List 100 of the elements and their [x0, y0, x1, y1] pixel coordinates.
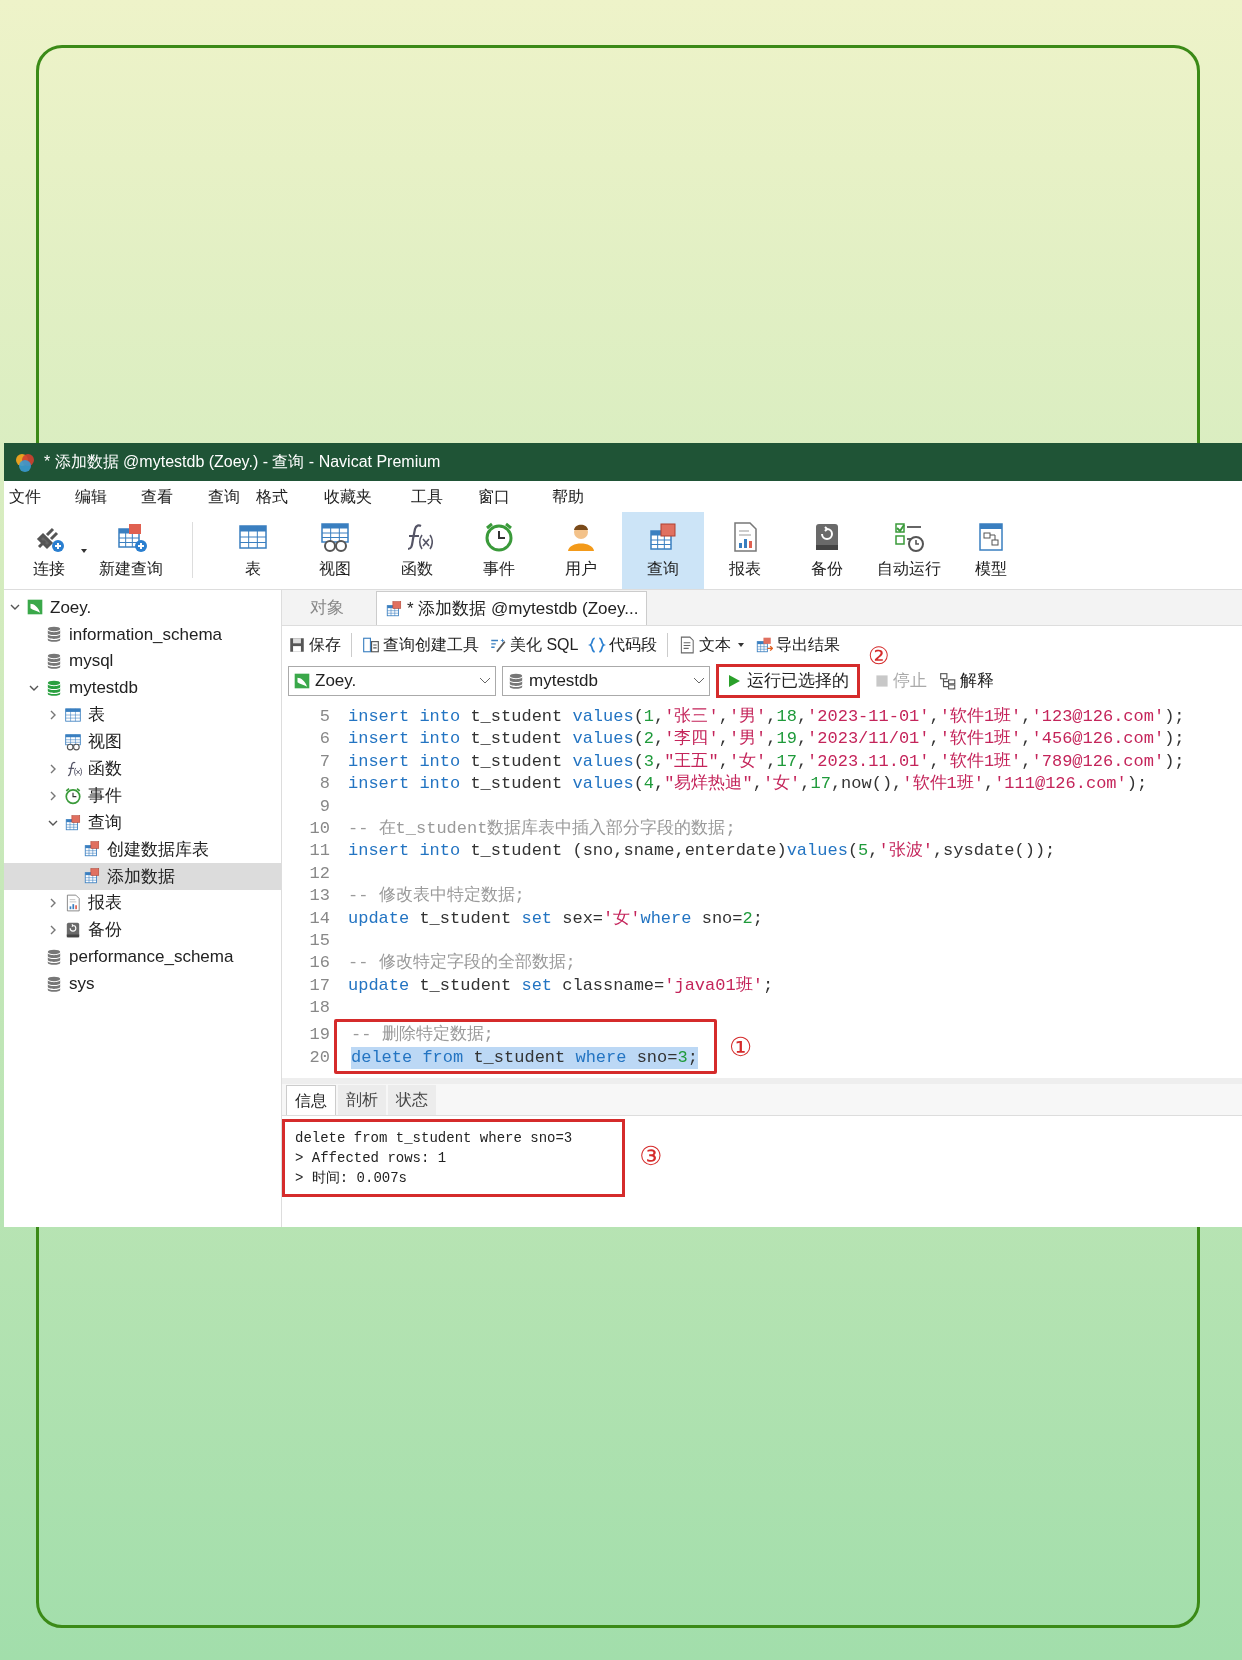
line-number: 11 — [308, 840, 330, 863]
caret-icon — [737, 642, 746, 648]
toolbar-button[interactable]: 模型 — [950, 512, 1032, 589]
toolbar-button[interactable]: 代码段 — [588, 633, 669, 657]
query-icon — [647, 520, 679, 553]
line-number: 5 — [318, 706, 330, 728]
line-number: 7 — [318, 750, 330, 773]
table-icon — [64, 706, 82, 724]
tree-item[interactable]: 视图 — [4, 728, 281, 756]
tree-item[interactable]: 查询 — [4, 809, 281, 836]
builder-icon — [362, 636, 380, 654]
database-icon — [45, 948, 63, 966]
line-number: 14 — [308, 907, 330, 930]
run-button[interactable]: 运行已选择的 — [716, 664, 860, 698]
toolbar-button[interactable]: 查询 — [622, 512, 704, 589]
code-line: update t_student set classname='java01班'; — [348, 974, 774, 997]
tree-item[interactable]: mysql — [4, 647, 281, 675]
code-line: insert into t_student values(3,"王五",'女',17,'2023.11.01','软件1班','789@126.com'); — [348, 750, 1185, 773]
code-line: -- 删除特定数据; — [351, 1024, 494, 1047]
result-line: > Affected rows: 1 — [295, 1149, 448, 1168]
database-icon — [45, 974, 63, 993]
menu-item[interactable]: 帮助 — [551, 484, 585, 509]
line-number: 13 — [308, 885, 330, 908]
tree-item[interactable]: 报表 — [4, 889, 281, 917]
menu-item[interactable]: 窗口 — [477, 484, 511, 509]
toolbar-button[interactable]: 备份 — [786, 512, 868, 589]
explain-button[interactable]: 解释 — [939, 668, 994, 694]
toolbar-button[interactable]: 查询创建工具 — [362, 633, 479, 657]
code-line: -- 修改特定字段的全部数据; — [348, 952, 576, 975]
tree-item[interactable]: performance_schema — [4, 943, 281, 971]
tree-item[interactable]: 备份 — [4, 916, 281, 944]
toolbar-button[interactable]: 保存 — [288, 633, 352, 657]
stop-icon — [874, 673, 890, 689]
toolbar-button[interactable]: 新建查询 — [90, 512, 172, 589]
toolbar-button[interactable]: 连接 — [8, 512, 90, 589]
code-line: insert into t_student (sno,sname,enterdate)values(5,'张波',sysdate()); — [348, 840, 1056, 863]
tree-item[interactable]: Zoey. — [4, 594, 281, 621]
line-number: 19 — [308, 1024, 330, 1047]
toolbar-button[interactable]: 函数 — [376, 512, 458, 589]
annotation-marker: ② — [868, 644, 890, 668]
toolbar-button[interactable]: 文本 — [678, 633, 746, 657]
window-title: * 添加数据 @mytestdb (Zoey.) - 查询 - Navicat Premium — [44, 452, 441, 472]
annotation-marker: ③ — [639, 1140, 663, 1173]
menu-item[interactable]: 格式 — [255, 484, 289, 509]
tab[interactable]: 状态 — [388, 1085, 436, 1115]
save-icon — [288, 636, 306, 654]
toolbar-button[interactable]: 表 — [212, 512, 294, 589]
connection-icon — [26, 598, 44, 617]
menu-item[interactable]: 编辑 — [74, 484, 108, 509]
menu-item[interactable]: 工具 — [410, 484, 444, 509]
checklist-clock-icon — [893, 520, 925, 553]
menu-item[interactable]: 收藏夹 — [323, 484, 373, 509]
database-icon — [45, 625, 63, 644]
tree-item[interactable]: 函数 — [4, 755, 281, 783]
database-icon — [45, 652, 63, 671]
tree-item[interactable]: 表 — [4, 701, 281, 729]
line-number: 18 — [308, 997, 330, 1020]
tab[interactable]: * 添加数据 @mytestdb (Zoey... — [376, 591, 648, 625]
query-icon — [64, 813, 82, 832]
toolbar-button[interactable]: 自动运行 — [868, 512, 950, 589]
menu-item[interactable]: 文件 — [8, 484, 42, 509]
tree-item[interactable]: sys — [4, 970, 281, 998]
explain-icon — [939, 672, 957, 690]
query-icon — [83, 867, 101, 886]
code-line: insert into t_student values(4,"易烊热迪",'女',17,now(),'软件1班','111@126.com'); — [348, 773, 1148, 796]
chevron-down-icon — [693, 677, 705, 685]
braces-icon — [588, 636, 607, 654]
toolbar-button[interactable]: 视图 — [294, 512, 376, 589]
tree-item[interactable]: 事件 — [4, 782, 281, 810]
toolbar-button[interactable]: 美化 SQL — [489, 633, 579, 657]
menu-item[interactable]: 查看 — [140, 484, 174, 509]
line-number: 15 — [308, 929, 330, 952]
view-icon — [64, 732, 82, 751]
query-icon — [83, 840, 101, 859]
code-line: -- 修改表中特定数据; — [348, 885, 525, 908]
tree-item[interactable]: 创建数据库表 — [4, 836, 281, 863]
menu-item[interactable]: 查询 — [207, 484, 241, 509]
code-line: insert into t_student values(1,'张三','男',18,'2023-11-01','软件1班','123@126.com'); — [348, 706, 1185, 728]
tab[interactable]: 剖析 — [338, 1085, 386, 1115]
caret-icon[interactable] — [80, 548, 88, 554]
toolbar-button[interactable]: 用户 — [540, 512, 622, 589]
tree-item[interactable]: mytestdb — [4, 674, 281, 702]
toolbar-button[interactable]: 事件 — [458, 512, 540, 589]
tree-item[interactable]: 添加数据 — [4, 862, 281, 890]
result-line: delete from t_student where sno=3 — [295, 1129, 574, 1148]
toolbar-button[interactable]: 导出结果 — [755, 633, 841, 657]
annotation-marker: ① — [728, 1035, 753, 1059]
tree-item[interactable]: information_schema — [4, 620, 281, 648]
database-icon — [507, 672, 525, 690]
line-number: 20 — [308, 1046, 330, 1069]
connection-icon — [293, 672, 311, 690]
wand-icon — [489, 636, 507, 654]
toolbar-button[interactable]: 报表 — [704, 512, 786, 589]
play-icon — [727, 674, 741, 688]
tab[interactable]: 信息 — [286, 1085, 336, 1115]
code-line: insert into t_student values(2,'李四','男',19,'2023/11/01','软件1班','456@126.com'); — [348, 728, 1185, 751]
code-line: -- 在t_student数据库表中插入部分字段的数据; — [348, 817, 736, 840]
select-field[interactable]: mytestdb — [502, 666, 710, 696]
alarm-clock-icon — [483, 520, 515, 553]
select-field[interactable]: Zoey. — [288, 666, 496, 696]
